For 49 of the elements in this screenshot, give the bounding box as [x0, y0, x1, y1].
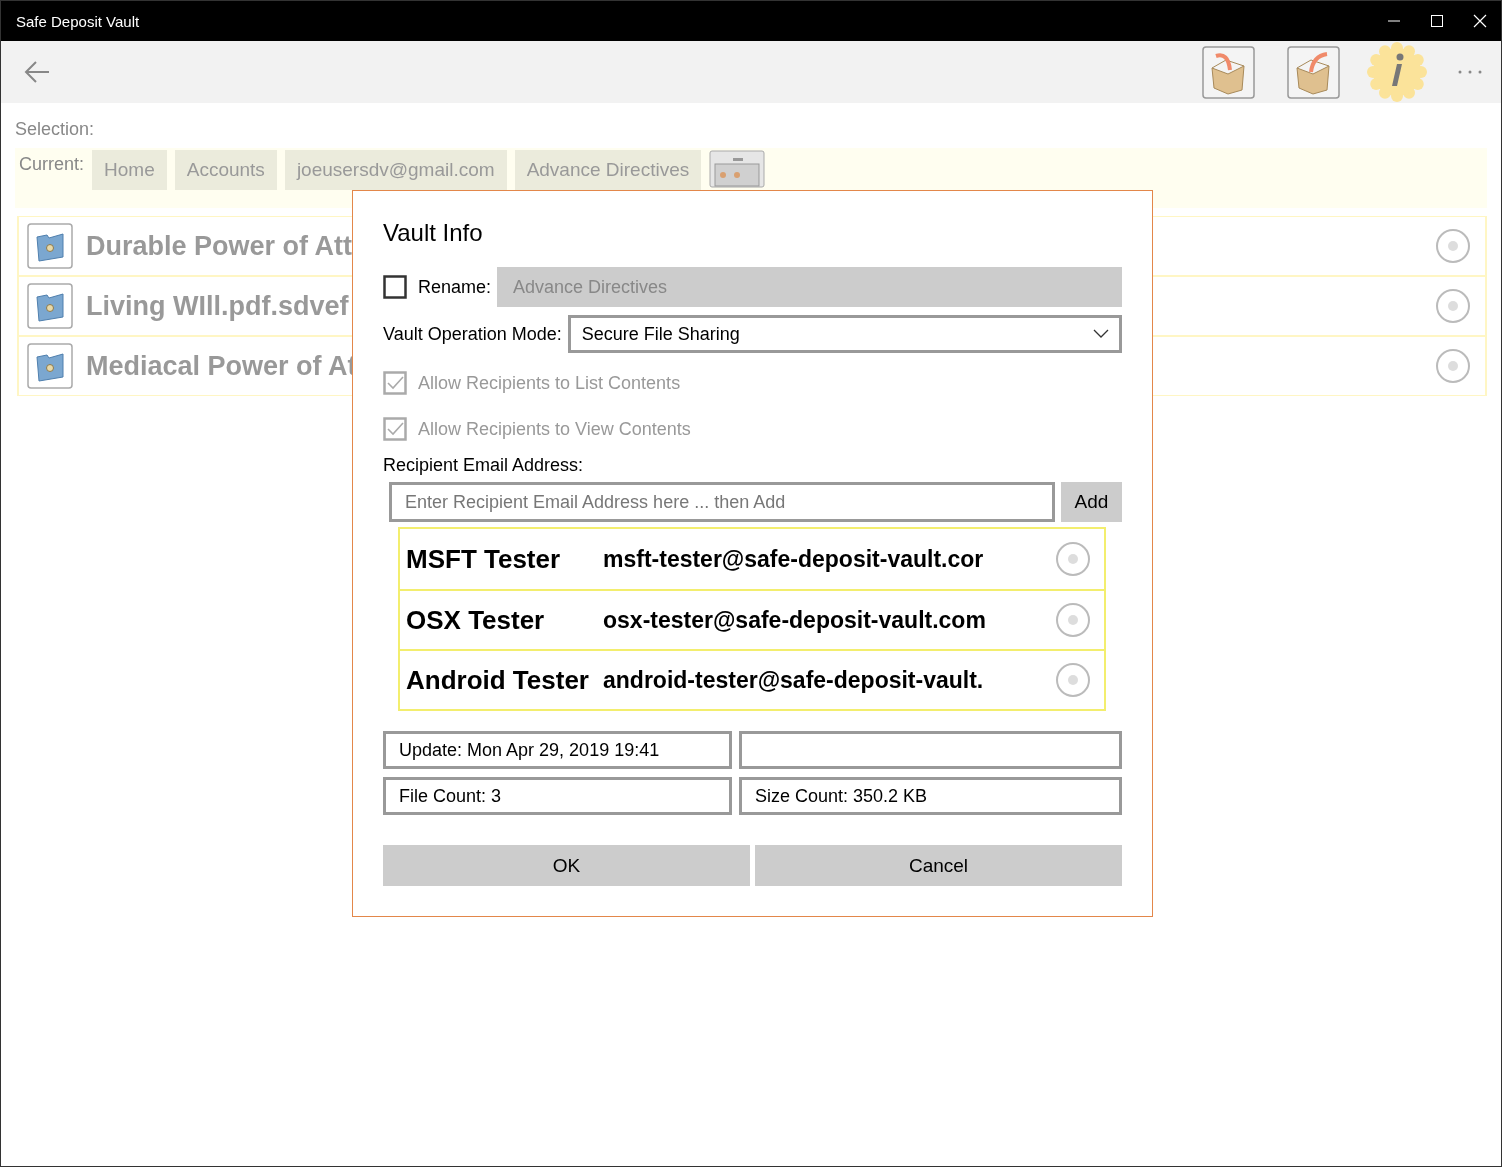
breadcrumb-item[interactable]: joeusersdv@gmail.com	[284, 150, 507, 190]
info-gear-icon[interactable]	[1367, 42, 1427, 102]
radio-button[interactable]	[1435, 288, 1471, 324]
recipient-email: android-tester@safe-deposit-vault.	[603, 666, 985, 694]
radio-button[interactable]	[1055, 662, 1091, 698]
back-arrow-icon[interactable]	[23, 60, 51, 84]
option-label: Allow Recipients to View Contents	[418, 418, 691, 440]
recipient-name: Android Tester	[406, 664, 590, 696]
box-out-icon[interactable]	[1287, 45, 1340, 99]
recipient-label: Recipient Email Address:	[383, 455, 585, 476]
rename-checkbox[interactable]	[383, 275, 407, 299]
window-title: Safe Deposit Vault	[16, 12, 141, 30]
dialog-button[interactable]: OK	[383, 845, 750, 886]
radio-button[interactable]	[1055, 602, 1091, 638]
info-field: Size Count: 350.2 KB	[739, 777, 1122, 815]
info-field: File Count: 3	[383, 777, 732, 815]
folder-icon	[27, 343, 73, 389]
add-button[interactable]: Add	[1061, 482, 1122, 522]
file-name: Durable Power of Att	[86, 230, 353, 262]
mode-dropdown[interactable]: Secure File Sharing	[567, 315, 1122, 353]
recipient-name: MSFT Tester	[406, 543, 562, 575]
breadcrumb-item[interactable]: Advance Directives	[514, 150, 702, 190]
recipient-email: msft-tester@safe-deposit-vault.cor	[603, 545, 985, 573]
close-icon[interactable]	[1473, 14, 1487, 28]
radio-button[interactable]	[1055, 541, 1091, 577]
safe-icon[interactable]	[709, 150, 766, 188]
breadcrumb-item[interactable]: Home	[92, 150, 167, 190]
selection-label: Selection:	[15, 119, 96, 140]
email-input[interactable]: Enter Recipient Email Address here ... then Add	[389, 482, 1055, 522]
recipient-name: OSX Tester	[406, 604, 546, 636]
radio-button[interactable]	[1435, 228, 1471, 264]
file-name: Living WIll.pdf.sdvef	[86, 290, 349, 322]
breadcrumb-item[interactable]: Accounts	[174, 150, 277, 190]
folder-icon	[27, 223, 73, 269]
chevron-down-icon	[1093, 329, 1109, 339]
rename-field[interactable]: Advance Directives	[497, 267, 1122, 307]
maximize-icon[interactable]	[1430, 14, 1444, 28]
more-icon[interactable]	[1457, 69, 1483, 75]
info-field: Update: Mon Apr 29, 2019 19:41	[383, 731, 732, 769]
option-label: Allow Recipients to List Contents	[418, 372, 681, 394]
radio-button[interactable]	[1435, 348, 1471, 384]
dialog-title: Vault Info	[383, 219, 484, 248]
box-in-icon[interactable]	[1202, 45, 1255, 99]
recipient-email: osx-tester@safe-deposit-vault.com	[603, 606, 987, 634]
rename-label: Rename:	[418, 276, 492, 298]
current-label: Current:	[19, 154, 85, 175]
folder-icon	[27, 283, 73, 329]
dialog-button[interactable]: Cancel	[755, 845, 1122, 886]
mode-label: Vault Operation Mode:	[383, 323, 562, 345]
